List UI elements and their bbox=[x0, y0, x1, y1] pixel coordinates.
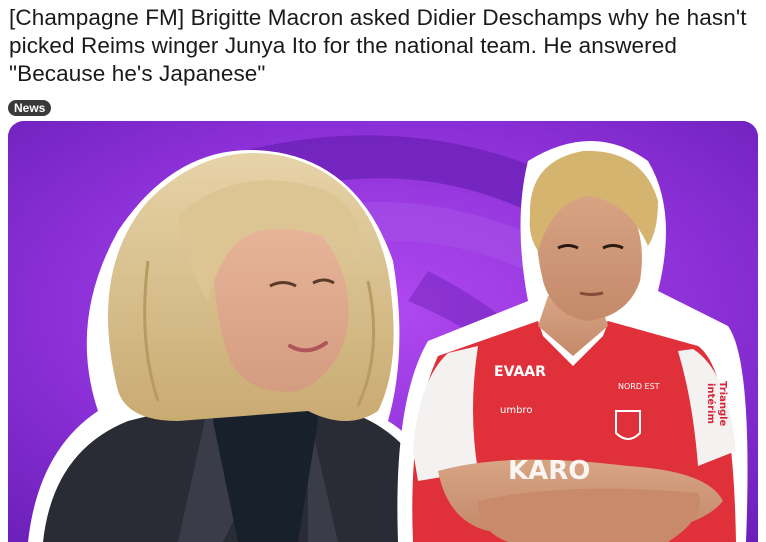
post-image[interactable]: EVAAR umbro NORD EST KARO Triangle intér… bbox=[8, 121, 758, 542]
post-title[interactable]: [Champagne FM] Brigitte Macron asked Did… bbox=[9, 4, 757, 88]
sleeve-text-1: Triangle bbox=[717, 381, 728, 427]
flair-badge[interactable]: News bbox=[8, 100, 52, 116]
sleeve-text-2: intérim bbox=[705, 383, 717, 424]
sponsor-right-label: NORD EST bbox=[618, 382, 660, 391]
chest-sponsor-label: KARO bbox=[508, 456, 590, 486]
kit-brand-label: umbro bbox=[500, 405, 532, 416]
sponsor-left-label: EVAAR bbox=[494, 364, 546, 380]
post-image-artwork: EVAAR umbro NORD EST KARO Triangle intér… bbox=[8, 121, 758, 542]
